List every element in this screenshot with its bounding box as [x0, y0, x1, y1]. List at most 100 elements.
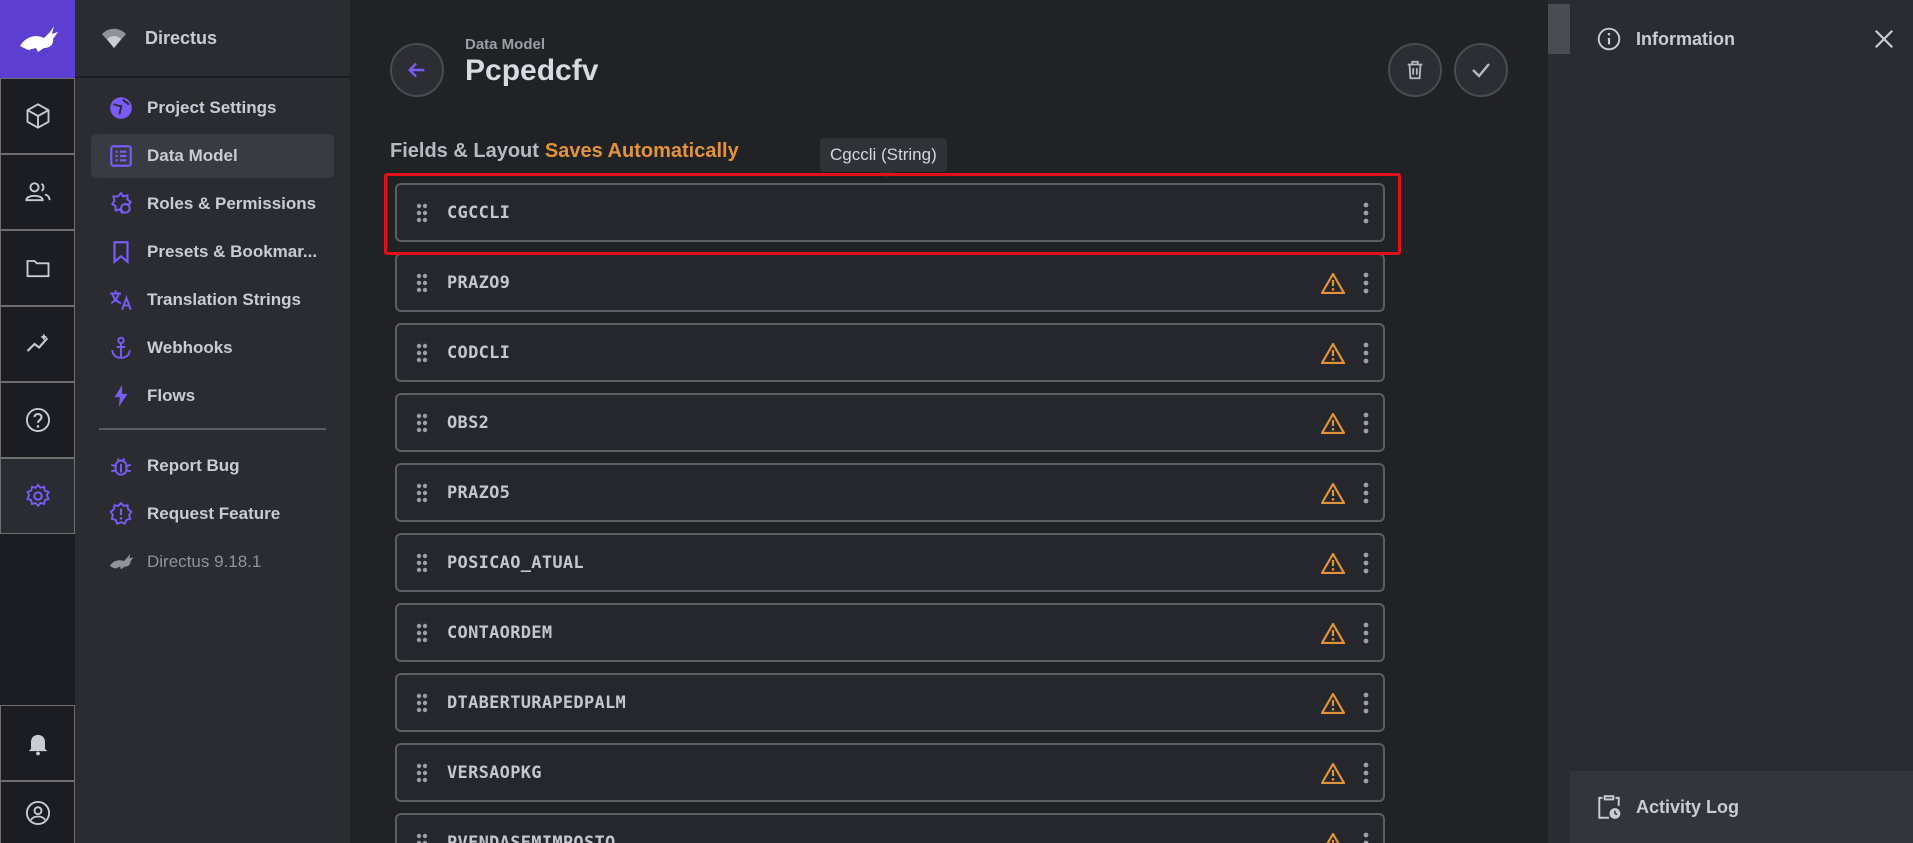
more-vert-icon[interactable]	[1361, 831, 1371, 843]
rabbit-logo-icon	[19, 26, 58, 52]
warning-icon[interactable]	[1321, 482, 1345, 504]
main-scrollbar[interactable]	[1548, 0, 1570, 843]
nav-label: Flows	[147, 386, 196, 405]
fields-layout-label: Fields & Layout Saves Automatically	[390, 140, 739, 163]
nav-label: Project Settings	[147, 98, 277, 117]
anchor-icon	[107, 334, 135, 362]
close-icon[interactable]	[1873, 28, 1895, 50]
nav-label: Webhooks	[147, 338, 233, 357]
nav-item-presets-bookmarks[interactable]: Presets & Bookmar...	[91, 230, 334, 274]
drag-handle-icon[interactable]	[397, 255, 447, 310]
field-name: CONTAORDEM	[447, 622, 553, 643]
drag-handle-icon[interactable]	[397, 675, 447, 730]
nav-label: Data Model	[147, 146, 238, 165]
page-title: Pcpedcfv	[465, 54, 599, 87]
information-title: Information	[1636, 28, 1735, 49]
insights-icon	[26, 333, 48, 352]
badge-icon	[107, 190, 135, 218]
activity-log-button[interactable]: Activity Log	[1570, 771, 1913, 843]
more-vert-icon[interactable]	[1361, 201, 1371, 225]
field-name: PVENDASEMIMPOSTO	[447, 832, 616, 843]
scrollbar-thumb[interactable]	[1548, 4, 1570, 54]
field-row[interactable]: PRAZO5	[395, 463, 1385, 522]
field-row[interactable]: PRAZO9	[395, 253, 1385, 312]
drag-handle-icon[interactable]	[397, 745, 447, 800]
field-name: CGCCLI	[447, 202, 511, 223]
nav-item-flows[interactable]: Flows	[91, 374, 334, 418]
insights-module-button[interactable]	[0, 306, 75, 382]
auto-save-note: Saves Automatically	[544, 140, 739, 162]
field-row[interactable]: DTABERTURAPEDPALM	[395, 673, 1385, 732]
nav-item-webhooks[interactable]: Webhooks	[91, 326, 334, 370]
globe-icon	[107, 94, 135, 122]
check-icon	[1472, 63, 1490, 78]
drag-handle-icon[interactable]	[397, 605, 447, 660]
field-row[interactable]: PVENDASEMIMPOSTO	[395, 813, 1385, 843]
more-vert-icon[interactable]	[1361, 691, 1371, 715]
field-row[interactable]: OBS2	[395, 393, 1385, 452]
field-row[interactable]: CGCCLI	[395, 183, 1385, 242]
bell-icon	[28, 734, 47, 756]
warning-icon[interactable]	[1321, 342, 1345, 364]
save-button[interactable]	[1454, 43, 1508, 97]
cube-icon	[26, 103, 49, 129]
nav-item-version[interactable]: Directus 9.18.1	[91, 540, 334, 584]
field-row[interactable]: VERSAOPKG	[395, 743, 1385, 802]
gear-icon	[25, 483, 50, 508]
trash-icon	[1407, 60, 1423, 80]
more-vert-icon[interactable]	[1361, 341, 1371, 365]
project-header[interactable]: Directus	[75, 0, 350, 78]
more-vert-icon[interactable]	[1361, 621, 1371, 645]
nav-item-translation-strings[interactable]: Translation Strings	[91, 278, 334, 322]
field-name: DTABERTURAPEDPALM	[447, 692, 627, 713]
more-vert-icon[interactable]	[1361, 481, 1371, 505]
field-tooltip: Cgccli (String)	[820, 138, 947, 178]
version-label: Directus 9.18.1	[147, 552, 262, 571]
drag-handle-icon[interactable]	[397, 535, 447, 590]
back-button[interactable]	[390, 43, 444, 97]
warning-icon[interactable]	[1321, 692, 1345, 714]
drag-handle-icon[interactable]	[397, 185, 447, 240]
wifi-icon	[99, 23, 129, 53]
more-vert-icon[interactable]	[1361, 761, 1371, 785]
breadcrumb[interactable]: Data Model	[465, 36, 545, 53]
nav-item-data-model[interactable]: Data Model	[91, 134, 334, 178]
more-vert-icon[interactable]	[1361, 551, 1371, 575]
nav-list: Project Settings Data Model Roles & Perm…	[75, 78, 350, 584]
warning-icon[interactable]	[1321, 622, 1345, 644]
field-row[interactable]: POSICAO_ATUAL	[395, 533, 1385, 592]
more-vert-icon[interactable]	[1361, 271, 1371, 295]
docs-module-button[interactable]	[0, 382, 75, 458]
nav-item-request-feature[interactable]: Request Feature	[91, 492, 334, 536]
users-icon	[24, 182, 51, 202]
settings-module-button[interactable]	[0, 458, 75, 534]
drag-handle-icon[interactable]	[397, 815, 447, 843]
warning-icon[interactable]	[1321, 272, 1345, 294]
directus-logo[interactable]	[0, 0, 75, 78]
files-module-button[interactable]	[0, 230, 75, 306]
user-menu-button[interactable]	[0, 781, 75, 843]
list-alt-icon	[107, 142, 135, 170]
delete-button[interactable]	[1388, 43, 1442, 97]
warning-icon[interactable]	[1321, 762, 1345, 784]
bookmark-icon	[107, 238, 135, 266]
bug-icon	[107, 452, 135, 480]
field-row[interactable]: CODCLI	[395, 323, 1385, 382]
drag-handle-icon[interactable]	[397, 465, 447, 520]
notifications-button[interactable]	[0, 705, 75, 781]
warning-icon[interactable]	[1321, 412, 1345, 434]
warning-icon[interactable]	[1321, 552, 1345, 574]
nav-item-report-bug[interactable]: Report Bug	[91, 444, 334, 488]
nav-item-roles-permissions[interactable]: Roles & Permissions	[91, 182, 334, 226]
warning-icon[interactable]	[1321, 832, 1345, 843]
drag-handle-icon[interactable]	[397, 325, 447, 380]
more-vert-icon[interactable]	[1361, 411, 1371, 435]
users-module-button[interactable]	[0, 154, 75, 230]
nav-label: Roles & Permissions	[147, 194, 317, 213]
information-header[interactable]: Information	[1570, 0, 1913, 78]
drag-handle-icon[interactable]	[397, 395, 447, 450]
nav-item-project-settings[interactable]: Project Settings	[91, 86, 334, 130]
field-name: PRAZO5	[447, 482, 511, 503]
field-row[interactable]: CONTAORDEM	[395, 603, 1385, 662]
content-module-button[interactable]	[0, 78, 75, 154]
